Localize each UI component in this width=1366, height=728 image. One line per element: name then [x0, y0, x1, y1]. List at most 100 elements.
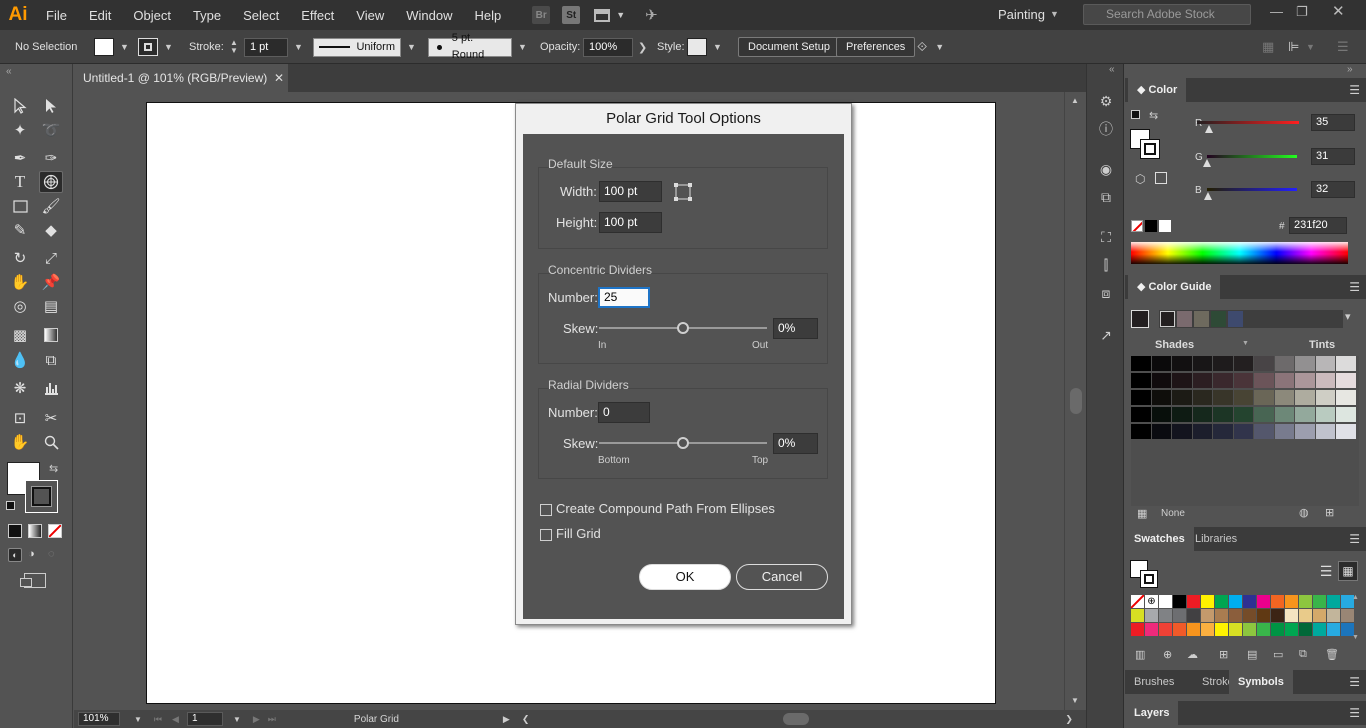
color-guide-cell[interactable]	[1213, 407, 1233, 422]
stroke-swatch[interactable]	[25, 480, 58, 513]
panel-menu-icon[interactable]: ☰	[1349, 532, 1360, 546]
color-guide-grid[interactable]	[1131, 356, 1359, 506]
distribute-icon[interactable]: ⊫	[1288, 30, 1299, 64]
chevron-down-icon[interactable]: ▼	[1050, 9, 1059, 19]
stroke-weight-field[interactable]: 1 pt	[244, 37, 288, 57]
harmony-swatch[interactable]	[1160, 311, 1175, 327]
color-guide-cell[interactable]	[1172, 356, 1192, 371]
reference-point-icon[interactable]	[673, 182, 693, 205]
grid-view-icon[interactable]: ▦	[1338, 561, 1358, 581]
vertical-scrollbar[interactable]: ▲ ▼	[1064, 92, 1086, 710]
compound-path-checkbox[interactable]	[540, 504, 552, 516]
color-guide-cell[interactable]	[1336, 424, 1356, 439]
panel-menu-icon[interactable]: ☰	[1349, 675, 1360, 689]
color-guide-cell[interactable]	[1192, 356, 1212, 371]
brush-definition[interactable]: 5 pt. Round	[428, 32, 512, 61]
menu-edit[interactable]: Edit	[78, 8, 122, 23]
width-field[interactable]: 100 pt	[599, 181, 662, 202]
gpu-performance-icon[interactable]: ✈	[645, 6, 658, 24]
color-guide-cell[interactable]	[1315, 407, 1335, 422]
transform-icon[interactable]: ⟐ ▼	[917, 30, 944, 64]
polar-grid-tool-icon[interactable]	[39, 171, 63, 193]
concentric-skew-thumb[interactable]	[677, 322, 689, 334]
swatch-cell[interactable]	[1271, 609, 1284, 622]
collapse-strip-icon[interactable]: «	[1109, 64, 1115, 75]
fill-grid-label[interactable]: Fill Grid	[556, 526, 601, 541]
out-of-gamut-icon[interactable]: ⬡	[1135, 172, 1145, 186]
perspective-grid-tool-icon[interactable]: ▤	[39, 295, 63, 317]
swatch-cell[interactable]	[1187, 623, 1200, 636]
close-window-icon[interactable]: ✕	[1332, 2, 1345, 20]
swatch-cell[interactable]	[1257, 609, 1270, 622]
blend-tool-icon[interactable]: ⧉	[39, 349, 63, 371]
pen-tool-icon[interactable]: ✒	[8, 147, 32, 169]
scroll-right-icon[interactable]: ❯	[1065, 714, 1073, 725]
artboard-tool-icon[interactable]: ⊡	[8, 407, 32, 429]
color-guide-cell[interactable]	[1274, 373, 1294, 388]
stroke-color-swatch[interactable]: ▼	[138, 30, 173, 64]
swatch-cell[interactable]	[1145, 623, 1158, 636]
swatch-cell[interactable]	[1271, 595, 1284, 608]
swatch-scroll-up-icon[interactable]: ▲	[1352, 594, 1359, 601]
swap-fill-stroke-icon[interactable]: ⇆	[49, 462, 58, 475]
color-guide-cell[interactable]	[1336, 356, 1356, 371]
type-tool-icon[interactable]: T	[8, 171, 32, 193]
stroke-weight-stepper[interactable]: ▲ ▼	[230, 30, 238, 64]
color-group-icon[interactable]: ▤	[1247, 648, 1257, 661]
status-menu-icon[interactable]: ▶	[503, 714, 510, 725]
delete-swatch-icon[interactable]: 🗑	[1325, 648, 1339, 661]
color-guide-cell[interactable]	[1295, 390, 1315, 405]
properties-icon[interactable]: ⚙	[1097, 92, 1115, 110]
default-fill-stroke-icon[interactable]	[6, 501, 15, 510]
r-thumb[interactable]	[1205, 125, 1213, 133]
swatch-cell[interactable]	[1341, 609, 1354, 622]
color-guide-cell[interactable]	[1213, 424, 1233, 439]
swatch-cell[interactable]	[1257, 595, 1270, 608]
rotate-tool-icon[interactable]: ↻	[8, 247, 32, 269]
color-guide-cell[interactable]	[1172, 373, 1192, 388]
color-guide-cell[interactable]	[1233, 407, 1253, 422]
harmony-bar[interactable]	[1159, 310, 1343, 328]
swatch-cell[interactable]: ⊕	[1145, 595, 1158, 608]
info-icon[interactable]: ⓘ	[1097, 120, 1115, 138]
menu-object[interactable]: Object	[122, 8, 182, 23]
swatch-cell[interactable]	[1131, 609, 1144, 622]
swatch-cell[interactable]	[1173, 595, 1186, 608]
radial-number-field[interactable]: 0	[598, 402, 650, 423]
eraser-tool-icon[interactable]: ◆	[39, 219, 63, 241]
magic-wand-tool-icon[interactable]: ✦	[8, 119, 32, 141]
tab-color[interactable]: ◆ Color	[1128, 78, 1187, 102]
color-guide-cell[interactable]	[1274, 356, 1294, 371]
swatch-cell[interactable]	[1173, 623, 1186, 636]
workspace-switcher[interactable]: Painting	[998, 7, 1045, 22]
shaper-tool-icon[interactable]: ✎	[8, 219, 32, 241]
color-guide-cell[interactable]	[1192, 424, 1212, 439]
column-graph-tool-icon[interactable]	[39, 377, 63, 399]
color-guide-cell[interactable]	[1254, 356, 1274, 371]
color-guide-cell[interactable]	[1151, 373, 1171, 388]
opacity-field[interactable]: 100%	[583, 37, 633, 57]
g-thumb[interactable]	[1203, 159, 1211, 167]
color-mode-icon[interactable]	[8, 524, 22, 538]
scroll-up-icon[interactable]: ▲	[1071, 96, 1079, 105]
color-guide-cell[interactable]	[1192, 373, 1212, 388]
color-guide-cell[interactable]	[1151, 390, 1171, 405]
draw-normal-icon[interactable]: ◐	[8, 548, 22, 562]
swatch-cell[interactable]	[1243, 595, 1256, 608]
rectangle-tool-icon[interactable]	[8, 195, 32, 217]
swatches-stroke-swatch[interactable]	[1140, 570, 1158, 588]
chevron-down-icon[interactable]: ▼	[407, 42, 416, 52]
tab-layers[interactable]: Layers	[1125, 701, 1179, 725]
chevron-down-icon[interactable]: ▼	[518, 42, 527, 52]
color-guide-cell[interactable]	[1295, 424, 1315, 439]
bridge-icon[interactable]: Br	[532, 6, 551, 24]
last-artboard-icon[interactable]: ⏭	[268, 714, 276, 725]
color-guide-cell[interactable]	[1192, 390, 1212, 405]
control-menu-icon[interactable]: ☰	[1337, 30, 1349, 64]
menu-effect[interactable]: Effect	[290, 8, 345, 23]
none-toggle-icon[interactable]	[1131, 110, 1140, 119]
harmony-swatch[interactable]	[1211, 311, 1226, 327]
swatch-cell[interactable]	[1187, 609, 1200, 622]
chevron-down-icon[interactable]: ▼	[294, 42, 303, 52]
swatch-cell[interactable]	[1201, 623, 1214, 636]
